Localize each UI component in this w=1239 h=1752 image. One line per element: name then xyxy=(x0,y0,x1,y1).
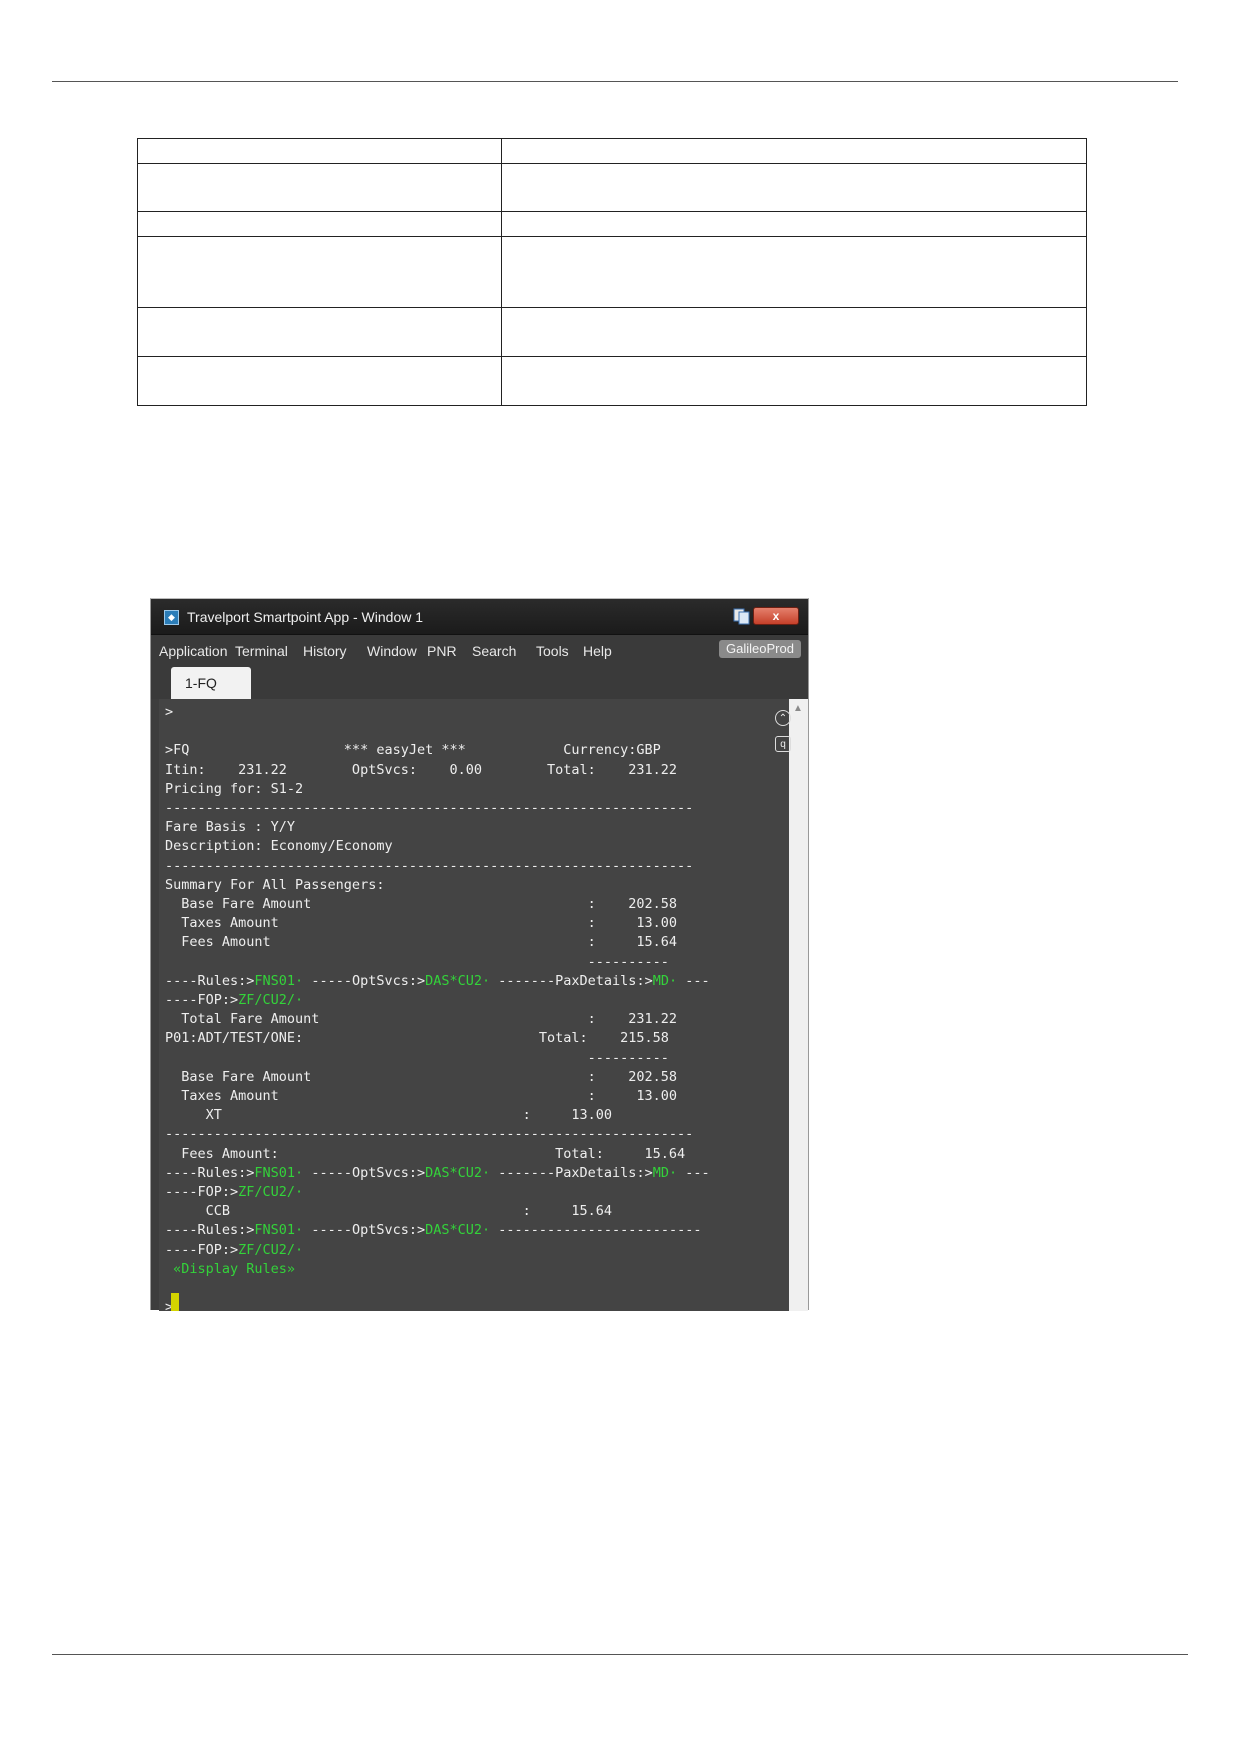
optsvcs-link[interactable]: DAS*CU2· xyxy=(425,1165,490,1181)
close-button[interactable]: x xyxy=(753,607,799,625)
menu-application[interactable]: Application xyxy=(159,643,228,659)
menu-bar: Application Terminal History Window PNR … xyxy=(151,635,808,665)
table-cell xyxy=(137,356,502,406)
environment-badge: GalileoProd xyxy=(719,640,801,658)
rules-link[interactable]: FNS01· xyxy=(254,1222,303,1238)
terminal-screen[interactable]: > >FQ *** easyJet *** Currency:GBP Itin:… xyxy=(159,699,789,1311)
menu-search[interactable]: Search xyxy=(472,643,516,659)
smartpoint-window: ◆ Travelport Smartpoint App - Window 1 x… xyxy=(150,598,809,1311)
vertical-scrollbar[interactable]: ▲ xyxy=(789,699,808,1311)
optsvcs-link[interactable]: DAS*CU2· xyxy=(425,1222,490,1238)
table-cell xyxy=(501,236,1087,308)
menu-window[interactable]: Window xyxy=(367,643,417,659)
tab-1-fq[interactable]: 1-FQ xyxy=(171,667,251,699)
paxdetails-link[interactable]: MD· xyxy=(653,1165,677,1181)
menu-terminal[interactable]: Terminal xyxy=(235,643,288,659)
table-cell xyxy=(137,211,502,237)
title-bar[interactable]: ◆ Travelport Smartpoint App - Window 1 x xyxy=(151,599,808,635)
table-cell xyxy=(501,356,1087,406)
header-rule xyxy=(52,81,1178,82)
table-cell xyxy=(501,138,1087,164)
display-rules-link[interactable]: «Display Rules» xyxy=(165,1261,295,1277)
paxdetails-link[interactable]: MD· xyxy=(653,973,677,989)
quick-search-icon[interactable]: q xyxy=(775,736,791,752)
document-table xyxy=(137,138,1087,406)
table-cell xyxy=(501,211,1087,237)
menu-help[interactable]: Help xyxy=(583,643,612,659)
scroll-up-arrow-icon[interactable]: ▲ xyxy=(793,703,803,714)
optsvcs-link[interactable]: DAS*CU2· xyxy=(425,973,490,989)
rules-link[interactable]: FNS01· xyxy=(254,1165,303,1181)
menu-pnr[interactable]: PNR xyxy=(427,643,457,659)
window-title: Travelport Smartpoint App - Window 1 xyxy=(187,609,424,625)
menu-tools[interactable]: Tools xyxy=(536,643,569,659)
table-cell xyxy=(137,307,502,357)
terminal-cursor xyxy=(171,1293,179,1311)
fop-link[interactable]: ZF/CU2/· xyxy=(238,1242,303,1258)
fop-link[interactable]: ZF/CU2/· xyxy=(238,992,303,1008)
table-cell xyxy=(501,307,1087,357)
menu-history[interactable]: History xyxy=(303,643,347,659)
table-cell xyxy=(137,163,502,212)
table-cell xyxy=(137,138,502,164)
copy-window-icon[interactable] xyxy=(733,607,751,625)
rules-link[interactable]: FNS01· xyxy=(254,973,303,989)
footer-rule xyxy=(52,1654,1188,1655)
table-cell xyxy=(501,163,1087,212)
scroll-to-top-icon[interactable]: ⌃ xyxy=(775,710,791,726)
app-logo-icon: ◆ xyxy=(164,610,179,625)
table-cell xyxy=(137,236,502,308)
terminal-output: > >FQ *** easyJet *** Currency:GBP Itin:… xyxy=(165,704,710,1311)
fop-link[interactable]: ZF/CU2/· xyxy=(238,1184,303,1200)
